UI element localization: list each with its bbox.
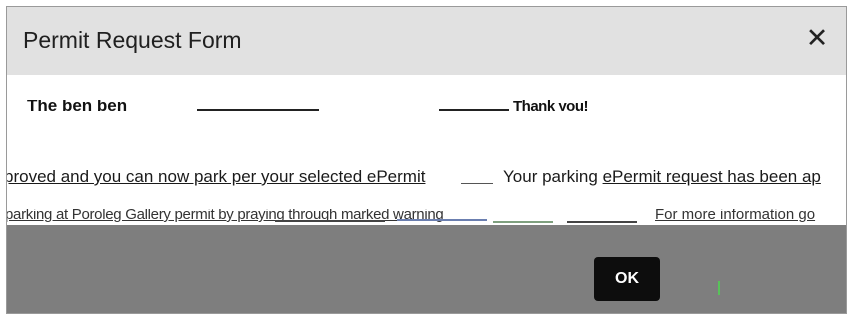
noise-line (275, 220, 385, 222)
message-right-link: ePermit request has been ap (602, 167, 821, 186)
close-button[interactable]: ✕ (802, 22, 832, 56)
message-right: Your parking ePermit request has been ap (503, 167, 821, 187)
message-left: proved and you can now park per your sel… (7, 167, 426, 186)
message-right-lead: Your parking (503, 167, 603, 186)
noise-line (567, 221, 637, 223)
thank-you-text: Thank you! (513, 98, 589, 111)
message-row: proved and you can now park per your sel… (7, 165, 846, 191)
heading-rule (439, 109, 509, 111)
heading-row: The ben ben Thank you! (7, 95, 846, 121)
noise-line (397, 219, 487, 221)
permit-dialog: Permit Request Form ✕ The ben ben Thank … (6, 6, 847, 314)
heading-rule (197, 109, 319, 111)
focus-indicator (718, 281, 720, 295)
ok-button[interactable]: OK (594, 257, 660, 301)
close-icon: ✕ (805, 23, 829, 54)
dialog-title: Permit Request Form (23, 27, 242, 53)
dialog-body: The ben ben Thank you! proved and you ca… (7, 75, 846, 225)
glitch-text-right: For more information go (655, 209, 816, 223)
message-gap (461, 183, 493, 184)
noise-line (493, 221, 553, 223)
dialog-header: Permit Request Form ✕ (7, 7, 846, 75)
glitch-row: parking at Poroleg Gallery permit by pra… (7, 209, 846, 225)
heading-fragment: The ben ben (27, 100, 128, 111)
dialog-footer: OK (7, 225, 846, 313)
